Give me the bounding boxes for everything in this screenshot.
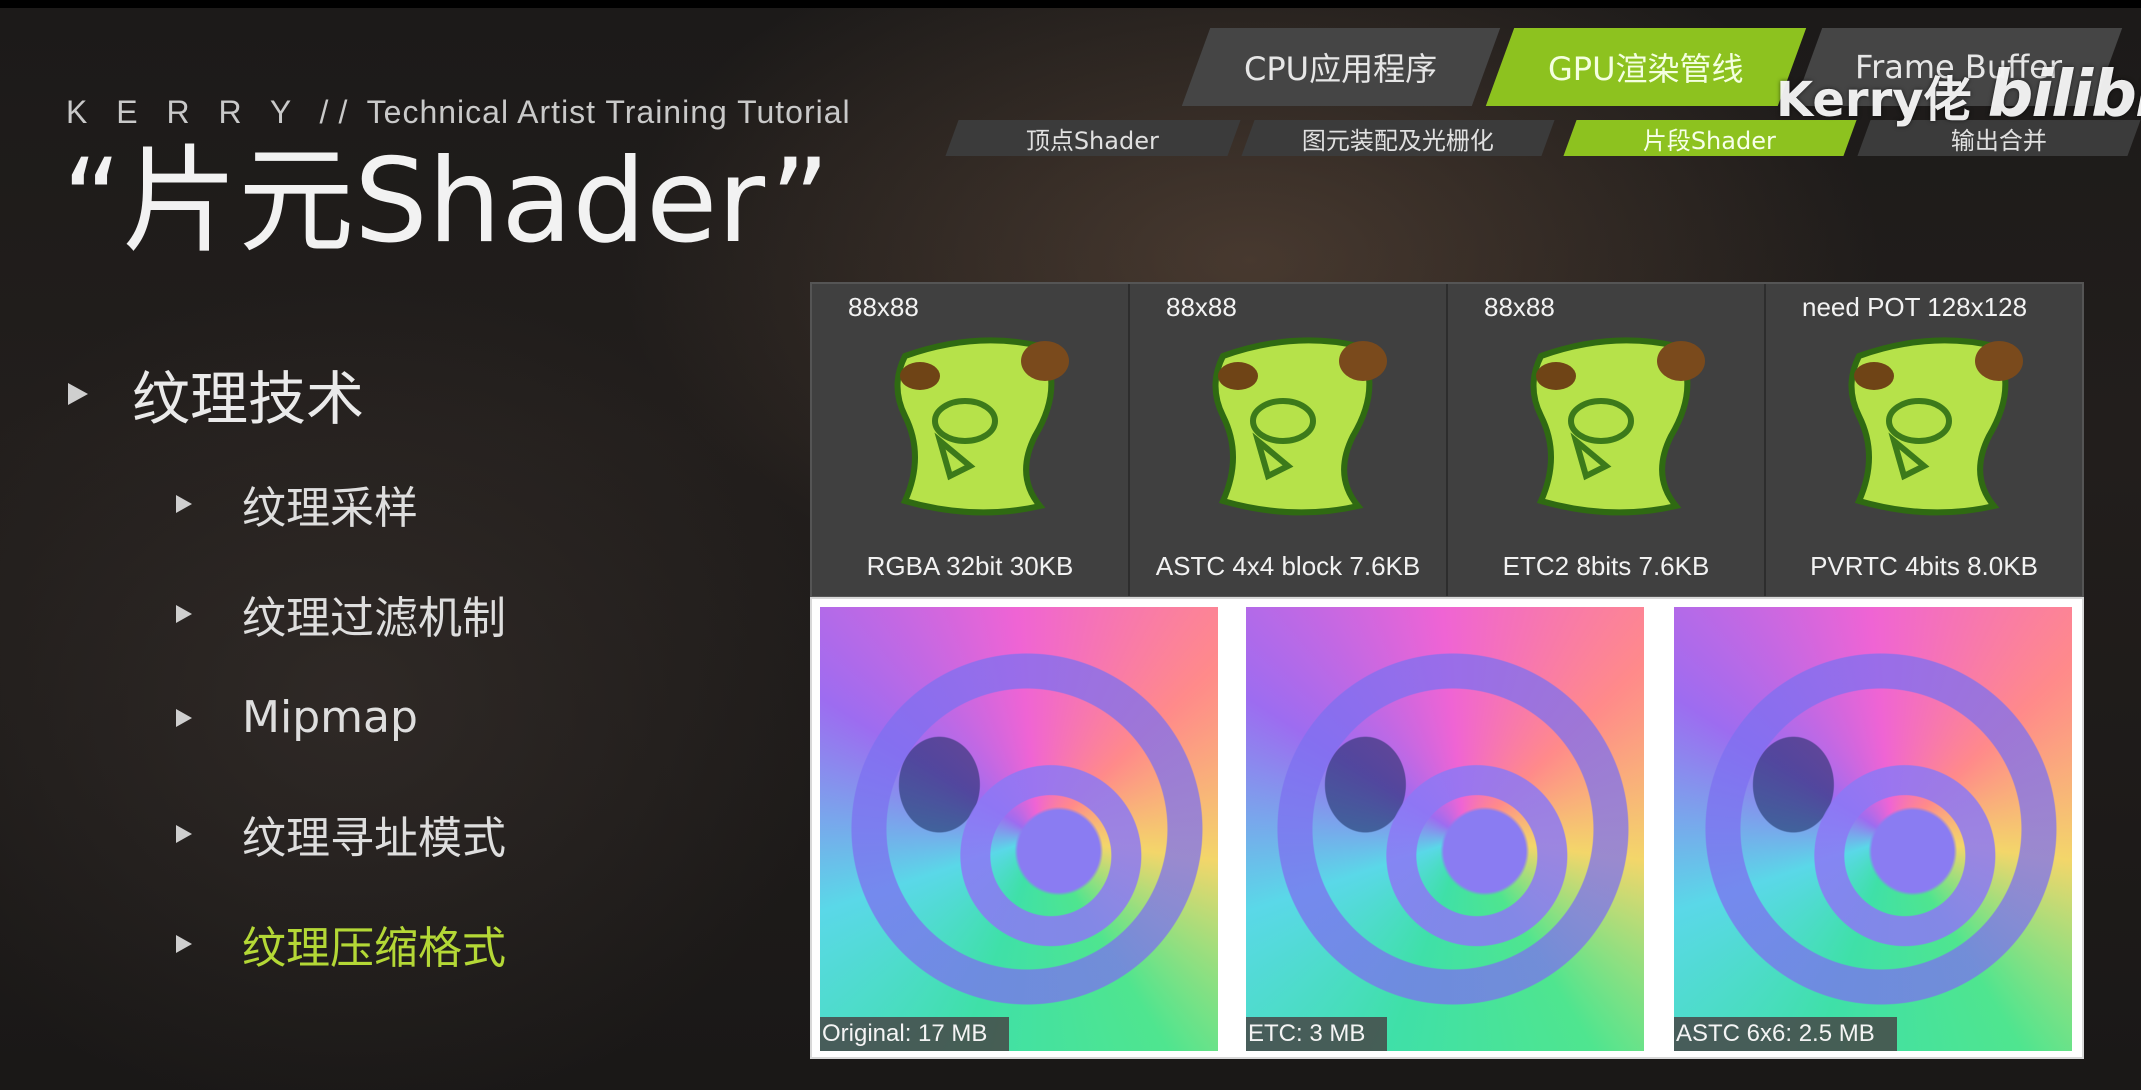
outline-item-label: 纹理压缩格式 [242,923,506,974]
outline-item-texture-sampling: 纹理采样 [176,472,418,536]
tab-label: CPU应用程序 [1244,50,1438,88]
texture-cell-pvrtc: need POT 128x128 PVRTC 4bits 8.0KB [1766,284,2082,596]
subtab-label: 顶点Shader [1026,126,1160,155]
texture-size-label: need POT 128x128 [1802,292,2028,322]
normal-map-label: ETC: 3 MB [1246,1017,1388,1051]
outline-item-mipmap: Mipmap [176,692,418,743]
bullet-triangle-icon [176,605,192,623]
outline-main-label: 纹理技术 [132,365,365,433]
outline-item-texture-filtering: 纹理过滤机制 [176,582,506,646]
bullet-triangle-icon [176,708,192,727]
outline-item-label: 纹理采样 [242,483,418,534]
outline-item-label: 纹理寻址模式 [242,813,506,864]
swirl-pattern [1246,607,1644,1051]
subtab-label: 片段Shader [1643,126,1777,155]
subtab-label: 图元装配及光栅化 [1302,126,1494,155]
normal-map-original: Original: 17 MB [820,607,1218,1051]
bullet-triangle-icon [176,935,192,953]
scroll-icon [1212,337,1387,516]
scroll-icon [1848,337,2023,516]
bullet-triangle-icon [68,383,88,405]
bilibili-logo: bilibili [1987,58,2141,132]
subtab-vertex-shader[interactable]: 顶点Shader [945,120,1241,156]
bullet-triangle-icon [176,825,192,843]
outline-item-label: 纹理过滤机制 [242,593,506,644]
bullet-triangle-icon [176,495,192,513]
scroll-icon [1530,337,1705,516]
subtab-primitive-assembly[interactable]: 图元装配及光栅化 [1241,120,1555,156]
texture-cell-rgba: 88x88 RGBA 32bit 30KB [812,284,1130,596]
normal-map-etc: ETC: 3 MB [1246,607,1644,1051]
texture-caption: ASTC 4x4 block 7.6KB [1155,551,1421,581]
brand-line: K E R R Y // Technical Artist Training T… [66,94,851,131]
texture-size-label: 88x88 [1166,292,1237,322]
texture-caption: PVRTC 4bits 8.0KB [1810,551,2038,581]
swirl-pattern [1674,607,2072,1051]
brand-name: K E R R Y // [66,94,358,130]
tab-gpu-pipeline[interactable]: GPU渲染管线 [1485,28,1807,106]
texture-cell-etc2: 88x88 ETC2 8bits 7.6KB [1448,284,1766,596]
texture-comparison-panel: 88x88 RGBA 32bit 30KB 88x88 ASTC 4x4 blo… [810,282,2084,598]
texture-caption: ETC2 8bits 7.6KB [1502,551,1710,581]
normal-map-label: ASTC 6x6: 2.5 MB [1674,1017,1897,1051]
tab-cpu-application[interactable]: CPU应用程序 [1181,28,1501,106]
watermark-author: Kerry佬 [1776,72,1972,128]
texture-caption: RGBA 32bit 30KB [866,551,1074,581]
watermark: Kerry佬 bilibili [1776,58,2141,132]
brand-subtitle: Technical Artist Training Tutorial [366,94,851,130]
normal-map-comparison-panel: Original: 17 MB ETC: 3 MB ASTC 6x6: 2.5 … [810,597,2084,1059]
outline-main-item: 纹理技术 [68,352,364,436]
outline-item-label: Mipmap [242,692,418,743]
normal-map-astc: ASTC 6x6: 2.5 MB [1674,607,2072,1051]
texture-cell-astc: 88x88 ASTC 4x4 block 7.6KB [1130,284,1448,596]
tab-label: GPU渲染管线 [1548,50,1744,88]
outline-item-compression-format: 纹理压缩格式 [176,912,506,976]
page-title: “片元Shader” [62,134,830,269]
top-letterbox [0,0,2141,8]
outline-item-addressing-mode: 纹理寻址模式 [176,802,506,866]
texture-size-label: 88x88 [848,292,919,322]
texture-size-label: 88x88 [1484,292,1555,322]
scroll-icon [894,337,1069,516]
swirl-pattern [820,607,1218,1051]
normal-map-label: Original: 17 MB [820,1017,1010,1051]
